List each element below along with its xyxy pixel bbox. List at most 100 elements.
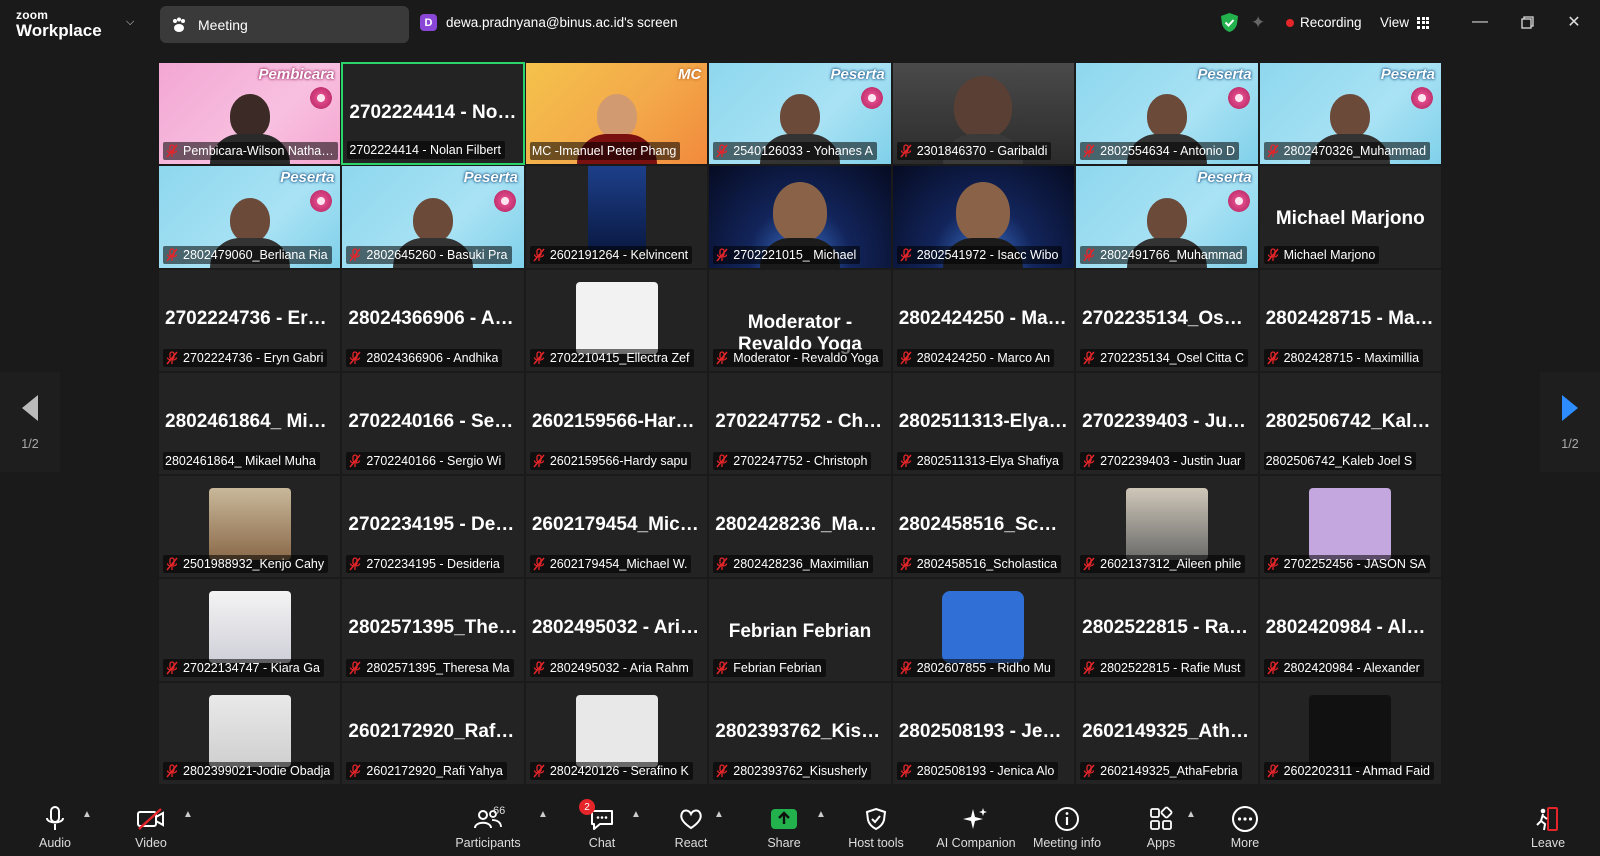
title-bar: zoom Workplace ⌵ Meeting D dewa.pradnyan… [0,0,1600,46]
participant-tile[interactable]: Peserta 2802645260 - Basuki Pra [341,165,525,269]
participant-tile[interactable]: Peserta 2802470326_Muhammad [1258,62,1442,166]
participant-tile[interactable]: 2501988932_Kenjo Cahy [158,475,342,579]
participant-tile[interactable]: 2802428236_Maximilian 2802428236_Maximili… [708,475,892,579]
participant-name: 2802541972 - Isacc Wibo [916,247,1059,262]
participant-tile[interactable]: 2602159566-Hardy sapu 2602159566-Hardy sa… [524,371,709,476]
participant-tile[interactable]: 2602191264 - Kelvincent [524,165,709,269]
participant-tile[interactable]: Pembicara Pembicara-Wilson Nathaniel [158,62,342,166]
participant-name-tag: 2702240166 - Sergio Wi [346,451,521,471]
more-button[interactable]: More [1200,803,1290,850]
participant-tile[interactable]: Michael Marjono Michael Marjono [1258,165,1442,269]
minimize-icon[interactable]: — [1468,10,1492,34]
participant-tile[interactable]: 2702252456 - JASON SA [1258,475,1442,579]
mic-muted-icon [1083,557,1095,571]
participant-tile[interactable]: 2702234195 - Desideria 2702234195 - Desid… [341,475,525,579]
participant-tile[interactable]: Moderator - Revaldo Yoga Moderator - Reva… [708,268,892,372]
participant-tile[interactable]: 2802522815 - Rafie Mustafa 2802522815 - R… [1075,578,1259,682]
ai-sparkle-icon[interactable]: ✦ [1251,13,1265,33]
participant-tile[interactable]: Peserta 2540126033 - Yohanes A [708,62,892,166]
role-banner: Peserta [1197,66,1252,83]
name-tag-bg: Pembicara-Wilson Nathaniel [163,142,339,161]
share-label: Share [767,836,801,850]
chat-options-caret[interactable]: ▲ [631,809,641,820]
participant-tile[interactable]: Peserta 2802554634 - Antonio D [1075,62,1259,166]
participant-tile[interactable]: 2802461864_ Mikael Muhammad 2802461864_ M… [158,371,342,476]
participant-tile[interactable]: Peserta 2802491766_Muhammad [1075,165,1259,269]
participant-name: 27022134747 - Kiara Ga [183,660,320,675]
participant-tile[interactable]: 2702224736 - Eryn Gabriela 2702224736 - E… [158,268,342,372]
participant-tile[interactable]: 2802571395_Theresa Maria 2802571395_There… [341,578,525,682]
mic-muted-icon [716,351,728,365]
participant-tile[interactable]: Peserta 2802479060_Berliana Ria [158,165,342,269]
video-options-caret[interactable]: ▲ [183,809,193,820]
participant-name-tag: 28024366906 - Andhika [346,348,521,368]
participant-tile[interactable]: 2802511313-Elya Shafiya 2802511313-Elya S… [891,371,1076,476]
participant-tile[interactable]: 2602149325_AthaFebrian 2602149325_AthaFeb… [1075,681,1259,785]
participant-tile[interactable]: 2802399021-Jodie Obadja [158,681,342,785]
participants-button[interactable]: 66 Participants [443,803,533,850]
shared-screen-label[interactable]: D dewa.pradnyana@binus.ac.id's screen [420,14,678,31]
participant-tile[interactable]: 2702221015_ Michael [708,165,892,269]
participant-name-large: 2702235134_Osel Citta [1082,307,1258,329]
chevron-down-icon[interactable]: ⌵ [126,16,134,29]
apps-options-caret[interactable]: ▲ [1186,809,1196,820]
audio-options-caret[interactable]: ▲ [82,809,92,820]
participant-tile[interactable]: 2602172920_Rafi Yahya 2602172920_Rafi Yah… [341,681,525,785]
ai-companion-button[interactable]: AI Companion [921,803,1031,850]
participant-name: 2802554634 - Antonio D [1100,144,1235,159]
participant-tile[interactable]: 2702240166 - Sergio Wijaya 2702240166 - S… [341,371,525,476]
participant-tile[interactable]: 2802541972 - Isacc Wibo [891,165,1076,269]
participant-name-tag: 2802461864_ Mikael Muha [163,451,338,471]
zoom-logo[interactable]: zoom Workplace [16,9,102,39]
participant-tile[interactable]: 2802508193 - Jenica Alo 2802508193 - Jeni… [891,681,1076,785]
mic-muted-icon [716,144,728,158]
participant-tile[interactable]: 2602202311 - Ahmad Faid [1258,681,1442,785]
participants-options-caret[interactable]: ▲ [538,809,548,820]
participant-name-tag: 2301846370 - Garibaldi [896,141,1072,161]
next-page-nav[interactable]: 1/2 [1540,372,1600,472]
participant-tile[interactable]: 2602179454_Michael W. 2602179454_Michael … [524,475,709,579]
participant-tile[interactable]: 28024366906 - Andhika 28024366906 - Andhi… [341,268,525,372]
heart-icon [678,803,704,835]
prev-page-nav[interactable]: 1/2 [0,372,60,472]
participant-tile[interactable]: 2702239403 - Justin Juarez 2702239403 - J… [1075,371,1259,476]
participant-tile[interactable]: 2802506742_Kaleb Joel 2802506742_Kaleb Jo… [1258,371,1442,476]
participant-tile[interactable]: 2802458516_Scholastica 2802458516_Scholas… [891,475,1076,579]
participant-name-tag: 27022134747 - Kiara Ga [163,658,338,678]
participant-tile[interactable]: 2802607855 - Ridho Mu [891,578,1076,682]
participant-tile[interactable]: 2802424250 - Marco Andre 2802424250 - Mar… [891,268,1076,372]
role-banner: Peserta [1380,66,1435,83]
participant-tile[interactable]: 2802393762_Kisusherly 2802393762_Kisusher… [708,681,892,785]
share-options-caret[interactable]: ▲ [816,809,826,820]
leave-button[interactable]: Leave [1503,803,1593,850]
participant-tile[interactable]: 2802420126 - Serafino K [524,681,709,785]
participant-tile[interactable]: 2702247752 - Christopher 2702247752 - Chr… [708,371,892,476]
mic-muted-icon [1083,351,1095,365]
participant-tile[interactable]: 2802495032 - Aria Rahman 2802495032 - Ari… [524,578,709,682]
name-tag-bg: 2802506742_Kaleb Joel S [1263,452,1417,471]
restore-icon[interactable] [1515,10,1539,34]
participant-tile[interactable]: 27022134747 - Kiara Ga [158,578,342,682]
meeting-info-button[interactable]: Meeting info [1022,803,1112,850]
mic-muted-icon [716,661,728,675]
participant-tile[interactable]: 2802428715 - Maximillian 2802428715 - Max… [1258,268,1442,372]
participant-tile[interactable]: 2702235134_Osel Citta 2702235134_Osel Cit… [1075,268,1259,372]
react-options-caret[interactable]: ▲ [714,809,724,820]
participant-tile[interactable]: 2602137312_Aileen phile [1075,475,1259,579]
participant-name-tag: 2802424250 - Marco An [896,348,1072,368]
more-label: More [1230,836,1260,850]
participant-avatar [942,591,1025,664]
participant-tile[interactable]: MC MC -Imanuel Peter Phang [524,62,709,166]
view-button[interactable]: View [1380,15,1430,30]
recording-indicator[interactable]: Recording [1286,15,1362,30]
meeting-title-pill[interactable]: Meeting [160,6,409,43]
participant-tile[interactable]: Febrian Febrian Febrian Febrian [708,578,892,682]
participant-tile[interactable]: 2802420984 - Alexander 2802420984 - Alexa… [1258,578,1442,682]
participant-tile[interactable]: 2702210415_Ellectra Zef [524,268,709,372]
participant-tile[interactable]: 2301846370 - Garibaldi [891,62,1076,166]
view-label: View [1380,15,1410,30]
close-icon[interactable]: ✕ [1562,10,1586,34]
host-tools-button[interactable]: Host tools [831,803,921,850]
participant-tile[interactable]: 2702224414 - Nolan Filbert 2702224414 - N… [341,62,525,166]
security-shield-icon[interactable] [1220,12,1239,33]
